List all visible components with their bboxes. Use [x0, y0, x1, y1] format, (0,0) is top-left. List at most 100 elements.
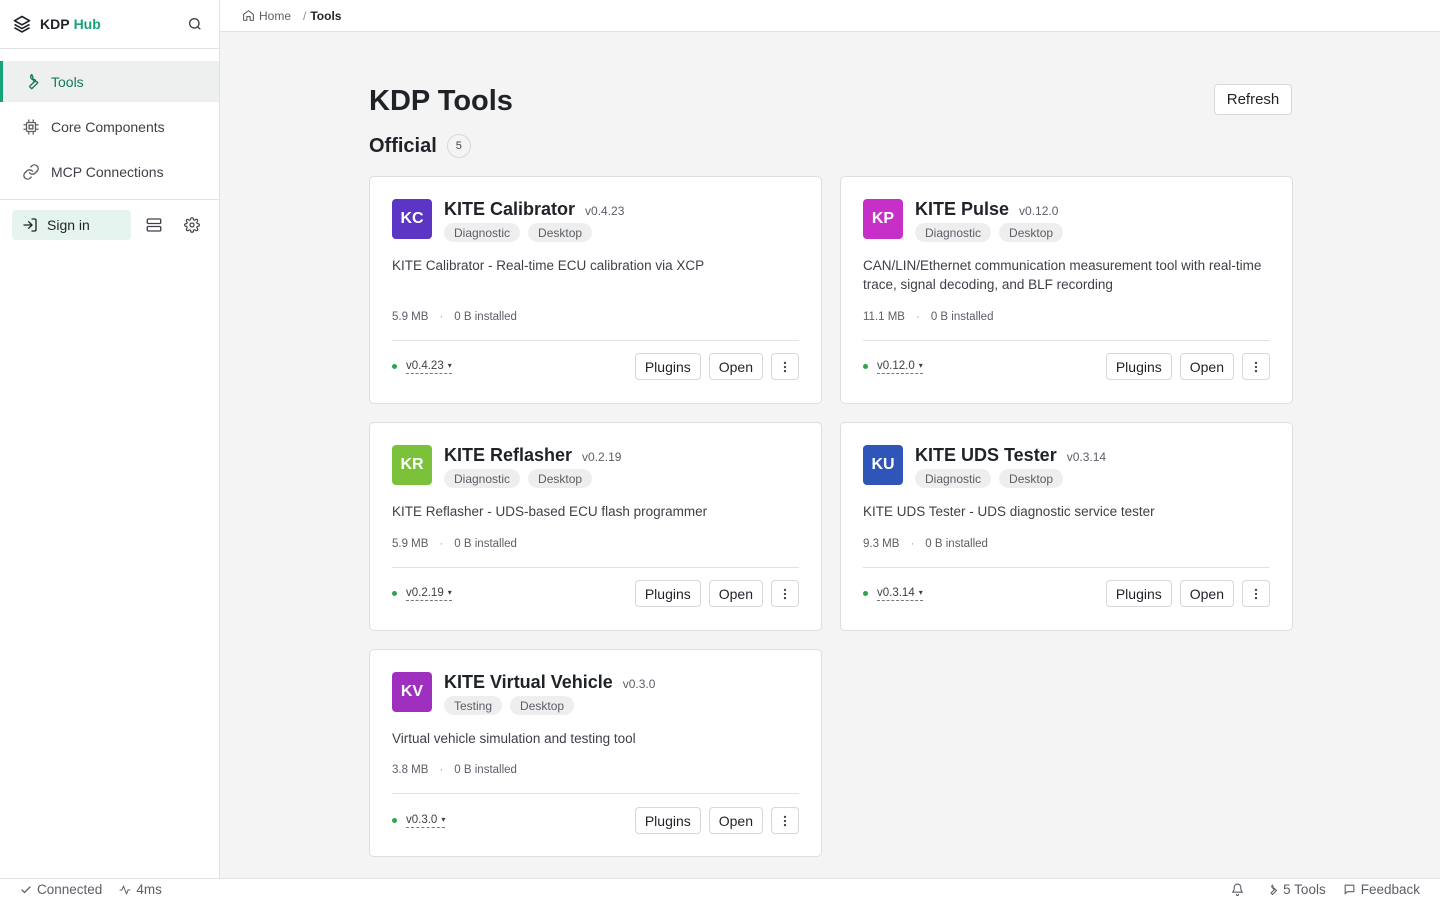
- sidebar-actions: Sign in: [0, 200, 219, 250]
- section-title: Official: [369, 134, 437, 157]
- version-select-value: v0.3.14: [877, 587, 915, 599]
- section-header: Official 5: [369, 133, 1292, 159]
- home-icon: [243, 10, 254, 21]
- tag: Diagnostic: [444, 223, 521, 242]
- search-icon[interactable]: [183, 12, 207, 36]
- version-select[interactable]: v0.4.23 ▾: [406, 359, 452, 374]
- feedback-button[interactable]: Feedback: [1343, 882, 1420, 897]
- breadcrumb-home[interactable]: Home: [242, 9, 291, 23]
- open-button[interactable]: Open: [708, 580, 763, 607]
- caret-down-icon: ▾: [918, 361, 923, 370]
- version-select-value: v0.3.0: [406, 814, 438, 826]
- sign-in-label: Sign in: [47, 217, 90, 233]
- version-select[interactable]: v0.3.14 ▾: [877, 586, 923, 601]
- tool-meta: 5.9 MB · 0 B installed: [392, 311, 517, 323]
- sidebar-nav: Tools Core Components MCP Connections: [0, 49, 219, 192]
- bell-icon[interactable]: [1231, 883, 1249, 896]
- sign-in-icon: [23, 218, 37, 232]
- sidebar-item-tools[interactable]: Tools: [0, 61, 219, 102]
- tool-name: KITE Virtual Vehicle: [444, 672, 613, 692]
- plugins-button[interactable]: Plugins: [634, 580, 701, 607]
- tool-grid: KC KITE Calibrator v0.4.23 Diagnostic De…: [369, 176, 1293, 858]
- latency-value: 4ms: [136, 882, 162, 897]
- version-select[interactable]: v0.3.0 ▾: [406, 813, 446, 828]
- tool-card-kite-calibrator: KC KITE Calibrator v0.4.23 Diagnostic De…: [369, 176, 822, 404]
- sidebar-item-mcp-connections[interactable]: MCP Connections: [0, 151, 219, 192]
- tool-avatar: KC: [392, 199, 432, 239]
- more-vertical-icon[interactable]: [771, 807, 799, 834]
- divider: [392, 793, 799, 794]
- tag: Desktop: [999, 469, 1064, 488]
- tool-name: KITE Calibrator: [444, 199, 576, 219]
- caret-down-icon: ▾: [447, 361, 452, 370]
- tool-meta: 5.9 MB · 0 B installed: [392, 538, 517, 550]
- check-icon: [21, 885, 31, 893]
- brand-bar: KDP Hub: [0, 0, 219, 49]
- sign-in-button[interactable]: Sign in: [12, 210, 131, 240]
- tools-count[interactable]: 5 Tools: [1266, 882, 1326, 897]
- message-icon: [1344, 884, 1355, 895]
- tool-version: v0.3.0: [622, 677, 656, 691]
- more-vertical-icon[interactable]: [1242, 580, 1270, 607]
- tag: Diagnostic: [915, 469, 992, 488]
- tool-version: v0.12.0: [1019, 204, 1059, 218]
- caret-down-icon: ▾: [447, 588, 452, 597]
- more-vertical-icon[interactable]: [1242, 353, 1270, 380]
- divider: [392, 567, 799, 568]
- version-select[interactable]: v0.2.19 ▾: [406, 586, 452, 601]
- tool-size: 5.9 MB: [392, 311, 429, 323]
- open-button[interactable]: Open: [708, 353, 763, 380]
- divider: [392, 340, 799, 341]
- link-icon: [22, 163, 40, 181]
- main-content: KDP Tools Refresh Official 5 KC KITE Cal…: [369, 84, 1293, 858]
- tool-name: KITE UDS Tester: [915, 445, 1057, 465]
- page-title: KDP Tools: [369, 85, 513, 117]
- version-select-value: v0.2.19: [406, 587, 444, 599]
- sidebar-item-label: MCP Connections: [51, 163, 164, 180]
- tool-card-kite-reflasher: KR KITE Reflasher v0.2.19 Diagnostic Des…: [369, 422, 822, 631]
- brand-name: KDP: [40, 16, 70, 32]
- version-select-value: v0.4.23: [406, 360, 444, 372]
- tool-version: v0.4.23: [585, 204, 625, 218]
- open-button[interactable]: Open: [1179, 353, 1234, 380]
- tool-description: KITE UDS Tester - UDS diagnostic service…: [863, 504, 1155, 519]
- tool-version: v0.3.14: [1066, 450, 1107, 464]
- tool-installed: 0 B installed: [925, 538, 988, 550]
- section-count-badge: 5: [446, 134, 471, 158]
- activity-icon: [119, 885, 131, 894]
- tool-size: 3.8 MB: [392, 764, 429, 776]
- plugins-button[interactable]: Plugins: [634, 353, 701, 380]
- wrench-icon: [1270, 884, 1278, 895]
- status-dot: [863, 364, 868, 369]
- tool-size: 5.9 MB: [392, 538, 429, 550]
- caret-down-icon: ▾: [441, 815, 446, 824]
- tool-name: KITE Reflasher: [444, 445, 573, 465]
- refresh-button[interactable]: Refresh: [1214, 84, 1292, 115]
- sidebar: KDP Hub Tools Core Components MCP Connec…: [0, 0, 220, 878]
- tool-avatar: KV: [392, 672, 432, 712]
- tag: Diagnostic: [444, 469, 521, 488]
- gear-icon[interactable]: [178, 211, 206, 239]
- open-button[interactable]: Open: [1179, 580, 1234, 607]
- more-vertical-icon[interactable]: [771, 580, 799, 607]
- divider: [863, 340, 1270, 341]
- more-vertical-icon[interactable]: [771, 353, 799, 380]
- breadcrumb-separator: /: [303, 8, 307, 23]
- server-stack-icon[interactable]: [140, 211, 168, 239]
- breadcrumb-home-label: Home: [259, 8, 292, 23]
- tool-installed: 0 B installed: [930, 311, 994, 323]
- open-button[interactable]: Open: [708, 807, 763, 834]
- plugins-button[interactable]: Plugins: [1105, 353, 1172, 380]
- status-dot: [863, 591, 868, 596]
- tag: Desktop: [510, 696, 575, 715]
- caret-down-icon: ▾: [918, 588, 923, 597]
- plugins-button[interactable]: Plugins: [634, 807, 701, 834]
- tag: Desktop: [999, 223, 1064, 242]
- version-select[interactable]: v0.12.0 ▾: [877, 359, 923, 374]
- sidebar-item-core-components[interactable]: Core Components: [0, 106, 219, 147]
- plugins-button[interactable]: Plugins: [1105, 580, 1172, 607]
- tool-installed: 0 B installed: [454, 538, 517, 550]
- tag: Diagnostic: [915, 223, 992, 242]
- breadcrumb: Home / Tools: [220, 0, 1440, 32]
- tool-installed: 0 B installed: [454, 764, 517, 776]
